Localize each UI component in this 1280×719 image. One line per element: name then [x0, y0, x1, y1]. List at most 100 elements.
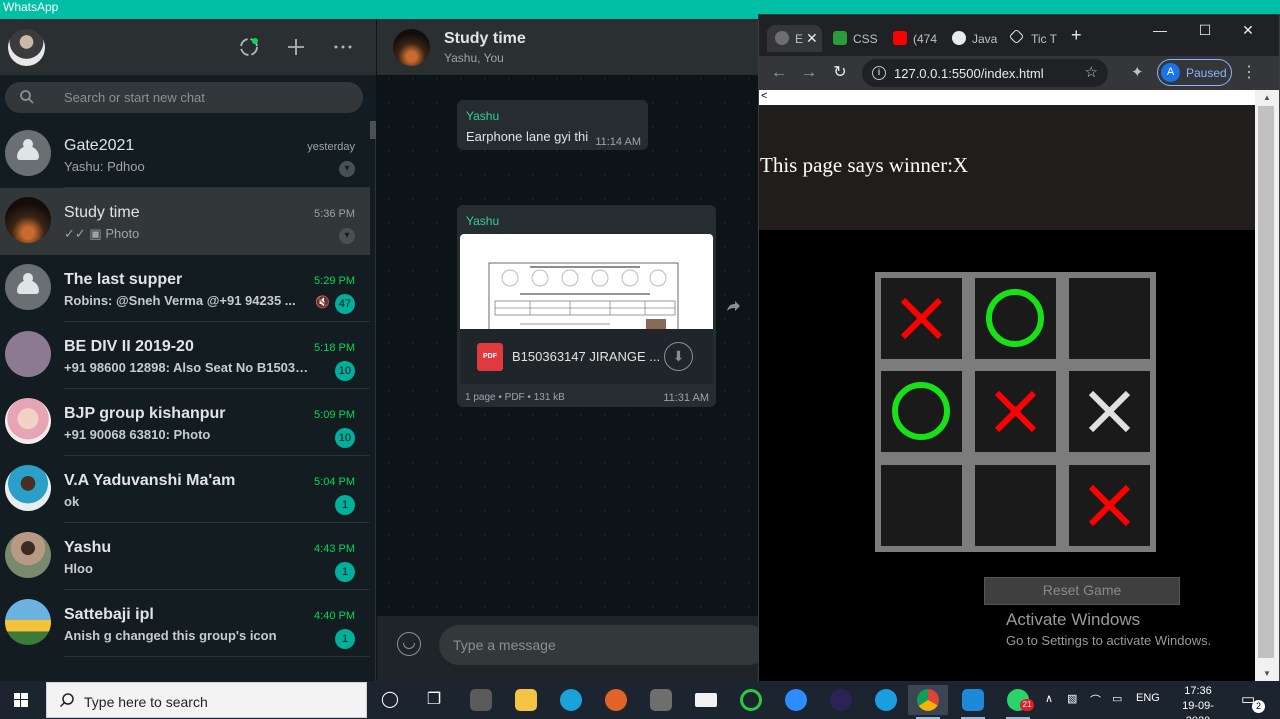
board-cell-2[interactable] — [975, 278, 1056, 359]
chat-item-va-yaduvanshi[interactable]: V.A Yaduvanshi Ma'am ok 5:04 PM 1 — [0, 456, 370, 523]
close-window-icon[interactable]: ✕ — [1233, 17, 1263, 43]
chat-item-sattebaji-ipl[interactable]: Sattebaji ipl Anish g changed this group… — [0, 590, 370, 657]
cortana-icon[interactable]: ◯ — [370, 685, 410, 715]
scroll-down-icon[interactable]: ▼ — [1263, 669, 1271, 678]
app-icon-green-ring[interactable] — [731, 685, 771, 715]
conversation-header[interactable]: Study time Yashu, You — [377, 19, 758, 75]
zoom-icon[interactable] — [776, 685, 816, 715]
extensions-icon[interactable]: ✦ — [1131, 63, 1149, 81]
board-cell-3[interactable] — [1069, 278, 1150, 359]
menu-icon[interactable] — [332, 36, 354, 58]
address-bar[interactable]: i 127.0.0.1:5500/index.html ☆ — [862, 59, 1108, 87]
board-cell-5[interactable] — [975, 371, 1056, 452]
task-view-icon[interactable]: ❐ — [414, 685, 454, 715]
document-info-bar[interactable]: PDF B150363147 JIRANGE ... ⬇ — [460, 329, 713, 384]
divider — [64, 656, 370, 657]
language-indicator[interactable]: ENG — [1136, 692, 1160, 704]
minimize-icon[interactable]: — — [1145, 17, 1175, 43]
chat-item-bjp-group[interactable]: BJP group kishanpur +91 90068 63810: Pho… — [0, 389, 370, 456]
board-cell-8[interactable] — [975, 465, 1056, 546]
tab-active[interactable]: E ✕ — [767, 25, 822, 52]
chat-item-study-time[interactable]: Study time ✓✓ ▣ Photo 5:36 PM ▾ — [0, 188, 370, 255]
maximize-icon[interactable]: ☐ — [1190, 17, 1220, 43]
forward-icon[interactable] — [726, 298, 742, 314]
system-clock[interactable]: 17:36 19-09-2020 — [1172, 684, 1224, 719]
office-icon[interactable] — [596, 685, 636, 715]
chat-item-yashu[interactable]: Yashu Hloo 4:43 PM 1 — [0, 523, 370, 590]
search-input[interactable]: Search or start new chat — [5, 82, 363, 113]
chat-time: 4:43 PM — [314, 543, 355, 555]
vscode-icon[interactable] — [953, 685, 993, 719]
tray-chevron-icon[interactable]: ∧ — [1045, 692, 1053, 705]
windows-start-icon[interactable] — [6, 689, 36, 711]
chat-avatar — [5, 398, 51, 444]
conversation-avatar[interactable] — [393, 29, 430, 66]
mail-icon[interactable] — [686, 685, 726, 715]
chat-preview: Hloo — [64, 561, 93, 576]
back-icon[interactable]: ← — [768, 62, 790, 84]
whatsapp-taskbar-icon[interactable]: 21 — [998, 685, 1038, 719]
reset-game-button[interactable]: Reset Game — [984, 577, 1180, 605]
message-bubble[interactable]: Yashu Earphone lane gyi thi 11:14 AM — [457, 100, 648, 150]
read-ticks-icon: ✓✓ — [64, 226, 90, 241]
page-scrollbar[interactable]: ▲ ▼ — [1255, 90, 1279, 681]
tray-app-icon[interactable]: ▧ — [1067, 692, 1077, 705]
eclipse-icon[interactable] — [821, 685, 861, 715]
watermark-title: Activate Windows — [1006, 610, 1141, 629]
chat-item-gate2021[interactable]: Gate2021 Yashu: Pdhoo yesterday ▾ — [0, 121, 370, 188]
forward-nav-icon[interactable]: → — [798, 62, 820, 84]
app-icon-1[interactable] — [461, 685, 501, 715]
sidebar-header — [0, 19, 376, 75]
my-avatar[interactable] — [8, 29, 45, 66]
download-icon[interactable]: ⬇ — [664, 342, 693, 371]
bookmark-star-icon[interactable]: ☆ — [1085, 63, 1098, 81]
chat-name: Gate2021 — [64, 137, 135, 154]
wifi-icon[interactable]: ⌒ — [1090, 692, 1101, 708]
message-time: 11:31 AM — [663, 392, 709, 404]
store-icon[interactable] — [641, 685, 681, 715]
scroll-up-icon[interactable]: ▲ — [1263, 93, 1271, 102]
chrome-menu-icon[interactable]: ⋮ — [1241, 62, 1257, 84]
document-preview-image[interactable] — [460, 234, 713, 329]
status-icon[interactable] — [238, 36, 260, 58]
tab-github[interactable]: Java — [944, 25, 1000, 52]
board-cell-9[interactable] — [1069, 465, 1150, 546]
chat-name: BE DIV II 2019-20 — [64, 338, 194, 355]
file-explorer-icon[interactable] — [506, 685, 546, 715]
clock-date: 19-09-2020 — [1182, 700, 1214, 719]
chat-list-scrollbar[interactable] — [370, 121, 376, 139]
new-tab-icon[interactable]: + — [1071, 25, 1091, 52]
chat-time: 5:04 PM — [314, 476, 355, 488]
profile-button[interactable]: A Paused — [1157, 59, 1232, 86]
chat-item-be-div-ii[interactable]: BE DIV II 2019-20 +91 98600 12898: Also … — [0, 322, 370, 389]
board-cell-1[interactable] — [881, 278, 962, 359]
github-icon — [952, 31, 966, 45]
board-cell-7[interactable] — [881, 465, 962, 546]
chat-time: 5:36 PM — [314, 208, 355, 220]
edge-beta-icon[interactable] — [866, 685, 906, 715]
chrome-taskbar-icon[interactable] — [908, 685, 948, 719]
site-info-icon[interactable]: i — [872, 66, 886, 80]
taskbar-search-box[interactable]: Type here to search — [46, 682, 367, 718]
conversation-participants: Yashu, You — [444, 51, 504, 65]
tab-css[interactable]: CSS — [825, 25, 881, 52]
compose-bar: Type a message — [377, 616, 769, 681]
tab-strip: E ✕ CSS (474 Java Tic T + — ☐ ✕ — [759, 15, 1279, 56]
message-input[interactable]: Type a message — [439, 625, 769, 665]
chat-item-the-last-supper[interactable]: The last supper Robins: @Sneh Verma @+91… — [0, 255, 370, 322]
tab-youtube[interactable]: (474 — [885, 25, 941, 52]
reload-icon[interactable]: ↻ — [829, 62, 851, 84]
new-chat-icon[interactable] — [285, 36, 307, 58]
mute-icon: 🔇 — [315, 295, 330, 309]
board-cell-6[interactable] — [1069, 371, 1150, 452]
close-tab-icon[interactable]: ✕ — [806, 30, 818, 47]
document-message[interactable]: Yashu PDF B150363147 JIRANGE ... ⬇ 1 pag… — [457, 205, 716, 407]
board-cell-4[interactable] — [881, 371, 962, 452]
emoji-icon[interactable] — [397, 632, 421, 656]
tab-codepen[interactable]: Tic T — [1003, 25, 1059, 52]
tab-label: (474 — [913, 32, 938, 46]
unread-badge: 1 — [335, 629, 355, 649]
edge-icon[interactable] — [551, 685, 591, 715]
scroll-thumb[interactable] — [1258, 106, 1274, 658]
battery-icon[interactable]: ▭ — [1112, 692, 1122, 705]
